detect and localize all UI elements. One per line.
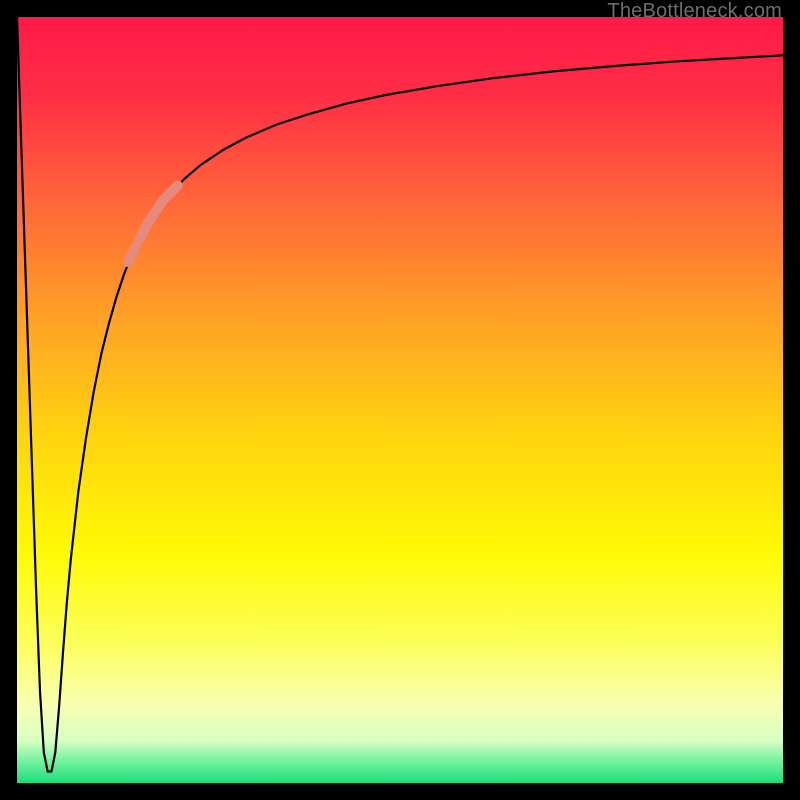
watermark-text: TheBottleneck.com (607, 0, 782, 23)
series-highlight-segment-long (140, 186, 178, 240)
plot-area (17, 17, 783, 783)
series-highlight-segment-dot (128, 247, 136, 262)
chart-stage: TheBottleneck.com (0, 0, 800, 800)
series-bottleneck-curve (17, 17, 783, 772)
curve-layer (17, 17, 783, 783)
